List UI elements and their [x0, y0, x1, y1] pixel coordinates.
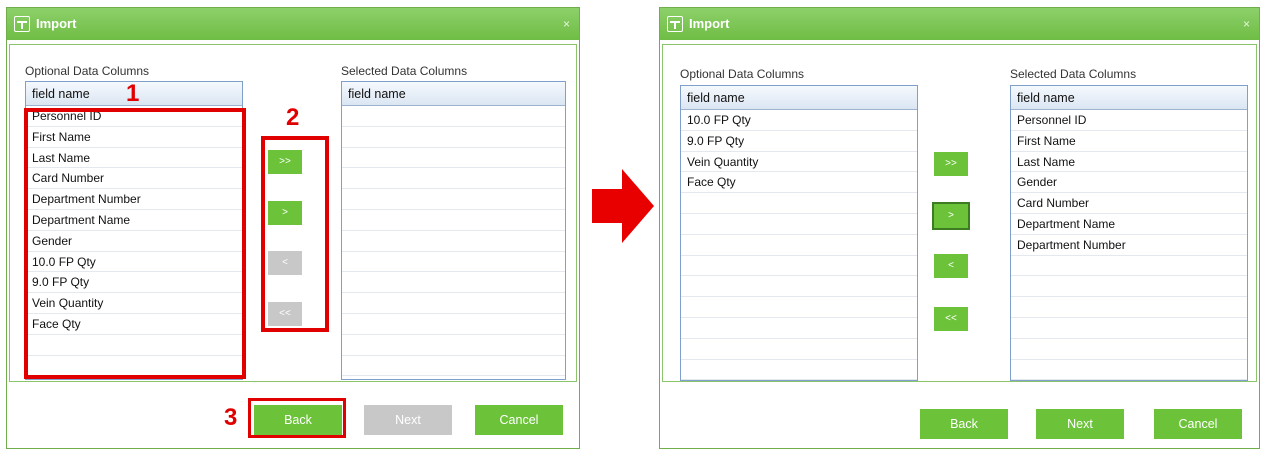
list-item[interactable]	[681, 360, 917, 380]
selected-columns-list[interactable]: field name	[341, 81, 566, 380]
right-arrow-icon	[592, 169, 654, 243]
import-dialog-after: Import × Optional Data Columns Selected …	[659, 7, 1260, 449]
optional-columns-label: Optional Data Columns	[680, 67, 805, 81]
list-item[interactable]	[342, 272, 565, 294]
selected-list-rows	[342, 106, 565, 377]
list-item[interactable]	[342, 231, 565, 252]
annotation-box-step1	[24, 108, 246, 379]
list-item[interactable]	[681, 276, 917, 298]
list-item[interactable]	[342, 189, 565, 210]
list-item[interactable]	[1011, 297, 1247, 318]
selected-columns-list[interactable]: field name Personnel ID First Name Last Na…	[1010, 85, 1248, 381]
import-icon	[14, 16, 30, 32]
list-item[interactable]	[342, 210, 565, 231]
list-item[interactable]: Vein Quantity	[681, 152, 917, 173]
list-item[interactable]	[681, 214, 917, 235]
cancel-button[interactable]: Cancel	[475, 405, 563, 435]
optional-list-header[interactable]: field name	[681, 86, 917, 110]
selected-list-header[interactable]: field name	[1011, 86, 1247, 110]
list-item[interactable]	[681, 339, 917, 360]
annotation-step1-number: 1	[126, 80, 140, 107]
list-item[interactable]	[342, 335, 565, 356]
list-item[interactable]	[342, 314, 565, 335]
add-button[interactable]: >	[932, 202, 970, 230]
selected-list-header[interactable]: field name	[342, 82, 565, 106]
dialog-titlebar: Import ×	[7, 8, 579, 40]
selected-columns-label: Selected Data Columns	[1010, 67, 1137, 81]
selected-columns-label: Selected Data Columns	[341, 64, 468, 78]
list-item[interactable]: 9.0 FP Qty	[681, 131, 917, 152]
add-all-button[interactable]: >>	[934, 152, 968, 176]
list-item[interactable]: 10.0 FP Qty	[681, 110, 917, 131]
list-item[interactable]: Department Name	[1011, 214, 1247, 235]
list-item[interactable]: Card Number	[1011, 193, 1247, 214]
next-button[interactable]: Next	[364, 405, 452, 435]
list-item[interactable]	[681, 256, 917, 277]
cancel-button[interactable]: Cancel	[1154, 409, 1242, 439]
list-item[interactable]	[1011, 318, 1247, 339]
list-item[interactable]	[342, 356, 565, 377]
list-item[interactable]	[1011, 360, 1247, 380]
list-item[interactable]: Last Name	[1011, 152, 1247, 173]
list-item[interactable]	[342, 252, 565, 273]
dialog-titlebar: Import ×	[660, 8, 1259, 40]
list-item[interactable]	[342, 168, 565, 190]
close-icon[interactable]: ×	[1243, 17, 1250, 31]
dialog-title: Import	[689, 16, 730, 31]
optional-columns-list[interactable]: field name 10.0 FP Qty 9.0 FP Qty Vein Qua…	[680, 85, 918, 381]
close-icon[interactable]: ×	[563, 17, 570, 31]
remove-all-button[interactable]: <<	[934, 307, 968, 331]
list-item[interactable]	[1011, 339, 1247, 360]
list-item[interactable]	[342, 127, 565, 148]
annotation-box-step3	[248, 398, 346, 438]
optional-columns-label: Optional Data Columns	[25, 64, 150, 78]
annotation-step3-number: 3	[224, 404, 238, 431]
list-item[interactable]	[1011, 256, 1247, 277]
list-item[interactable]: Personnel ID	[1011, 110, 1247, 131]
selected-list-rows: Personnel ID First Name Last Name Gender Car…	[1011, 110, 1247, 380]
next-button[interactable]: Next	[1036, 409, 1124, 439]
list-item[interactable]	[342, 106, 565, 127]
list-item[interactable]	[681, 235, 917, 256]
back-button[interactable]: Back	[920, 409, 1008, 439]
dialog-title: Import	[36, 16, 77, 31]
list-item[interactable]	[342, 293, 565, 314]
list-item[interactable]: Face Qty	[681, 172, 917, 194]
annotation-box-step2	[261, 136, 329, 332]
list-item[interactable]	[1011, 276, 1247, 298]
remove-button[interactable]: <	[934, 254, 968, 278]
import-icon	[667, 16, 683, 32]
optional-list-rows: 10.0 FP Qty 9.0 FP Qty Vein Quantity Face Q…	[681, 110, 917, 380]
list-item[interactable]: Gender	[1011, 172, 1247, 194]
list-item[interactable]: Department Number	[1011, 235, 1247, 256]
list-item[interactable]: First Name	[1011, 131, 1247, 152]
list-item[interactable]	[681, 318, 917, 339]
list-item[interactable]	[342, 148, 565, 169]
annotation-step2-number: 2	[286, 104, 300, 131]
list-item[interactable]	[681, 297, 917, 318]
list-item[interactable]	[681, 193, 917, 214]
